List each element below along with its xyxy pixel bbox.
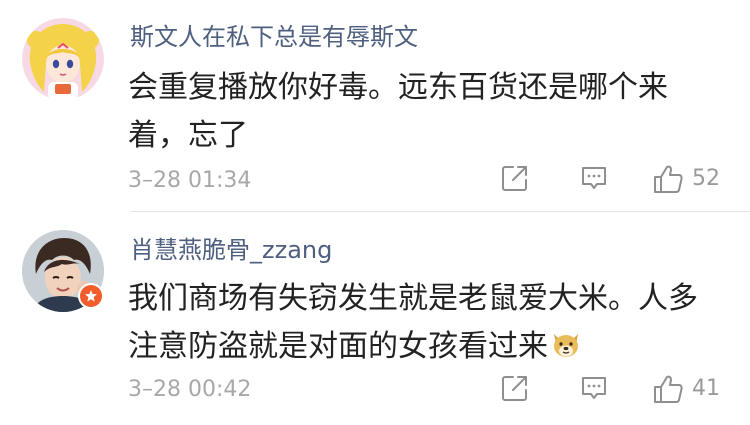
comment-icon	[582, 167, 606, 189]
comment-item: 肖慧燕脆骨_zzang 我们商场有失窃发生就是老鼠爱大米。人多注意防盗就是对面的…	[0, 213, 750, 425]
anime-girl-avatar-icon	[22, 18, 104, 100]
username[interactable]: 斯文人在私下总是有辱斯文	[130, 22, 418, 52]
star-icon	[85, 290, 97, 302]
reply-button[interactable]	[579, 163, 609, 193]
thumbs-up-icon	[654, 375, 683, 403]
like-count: 52	[692, 166, 720, 191]
like-count: 41	[692, 376, 720, 401]
share-icon	[502, 376, 527, 401]
verified-badge	[78, 283, 104, 309]
like-button[interactable]: 41	[652, 373, 720, 405]
comment-icon	[582, 377, 606, 399]
avatar[interactable]	[22, 18, 104, 100]
like-button[interactable]: 52	[652, 163, 720, 195]
doge-emoji-icon	[554, 334, 578, 357]
comment-text-body: 我们商场有失窃发生就是老鼠爱大米。人多注意防盗就是对面的女孩看过来	[128, 281, 698, 364]
divider	[130, 211, 750, 212]
thumbs-up-icon	[654, 165, 683, 193]
timestamp: 3–28 01:34	[128, 168, 252, 193]
timestamp: 3–28 00:42	[128, 377, 252, 402]
comment-text: 会重复播放你好毒。远东百货还是哪个来着，忘了	[128, 70, 668, 153]
username[interactable]: 肖慧燕脆骨_zzang	[130, 235, 332, 265]
share-button[interactable]	[500, 373, 530, 403]
comment-item: 斯文人在私下总是有辱斯文 会重复播放你好毒。远东百货还是哪个来着，忘了 3–28…	[0, 0, 750, 212]
share-button[interactable]	[500, 163, 530, 193]
comment-text: 我们商场有失窃发生就是老鼠爱大米。人多注意防盗就是对面的女孩看过来	[128, 275, 708, 371]
share-icon	[502, 166, 527, 191]
reply-button[interactable]	[579, 373, 609, 403]
